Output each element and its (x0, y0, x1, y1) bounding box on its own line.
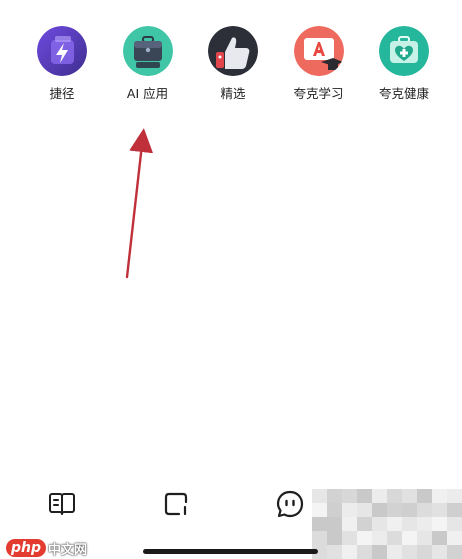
app-label-quark-study: 夸克学习 (293, 86, 344, 101)
app-tile-ai-apps[interactable]: AI 应用 (106, 26, 190, 102)
app-tile-quark-health[interactable]: 夸克健康 (362, 26, 446, 102)
pixel-block (402, 531, 417, 545)
pixel-block (447, 517, 462, 531)
watermark-site-name: 中文网 (48, 542, 88, 558)
pixel-block (447, 545, 462, 559)
pixel-block (342, 545, 357, 559)
pixel-block (417, 545, 432, 559)
pixel-block (432, 503, 447, 517)
pixel-block (342, 489, 357, 503)
pixel-block (402, 489, 417, 503)
pixel-block (417, 517, 432, 531)
pixel-block (447, 531, 462, 545)
book-icon (49, 493, 75, 515)
pixel-block (432, 531, 447, 545)
pixel-block (357, 517, 372, 531)
pixel-block (312, 503, 327, 517)
watermark-logo: php (6, 539, 47, 557)
thumbs-up-icon (208, 26, 258, 76)
nav-assistant-button[interactable] (273, 487, 307, 521)
pixel-block (327, 489, 342, 503)
pixel-block (417, 489, 432, 503)
pixel-block (432, 517, 447, 531)
pixel-block (372, 503, 387, 517)
pixelated-region (312, 489, 462, 559)
pixel-block (312, 489, 327, 503)
pixel-block (417, 503, 432, 517)
pixel-block (312, 531, 327, 545)
ai-briefcase-icon (122, 26, 173, 76)
pixel-block (402, 503, 417, 517)
pixel-block (327, 517, 342, 531)
pixel-block (372, 531, 387, 545)
pixel-block (327, 503, 342, 517)
app-shortcut-row: 捷径 AI 应用 精选 夸克学习 夸克健康 (20, 26, 446, 102)
pixel-block (357, 545, 372, 559)
assistant-face-icon (276, 490, 304, 518)
site-watermark: php 中文网 (6, 538, 87, 558)
pixel-block (447, 489, 462, 503)
pixel-block (447, 503, 462, 517)
pixel-block (402, 545, 417, 559)
pixel-block (387, 489, 402, 503)
pixel-block (312, 517, 327, 531)
app-tile-quark-study[interactable]: 夸克学习 (277, 26, 361, 102)
pixel-block (387, 531, 402, 545)
app-label-shortcuts: 捷径 (49, 86, 75, 101)
pixel-block (387, 517, 402, 531)
tabs-icon (164, 492, 188, 516)
pixel-block (327, 545, 342, 559)
pixel-block (342, 503, 357, 517)
app-tile-featured[interactable]: 精选 (191, 26, 275, 102)
study-board-icon (293, 26, 344, 76)
app-label-ai-apps: AI 应用 (126, 86, 169, 101)
home-indicator[interactable] (143, 549, 318, 554)
pixel-block (327, 531, 342, 545)
pixel-block (417, 531, 432, 545)
app-label-featured: 精选 (220, 86, 246, 101)
pixel-block (402, 517, 417, 531)
pixel-block (432, 545, 447, 559)
pixel-block (372, 489, 387, 503)
pixel-block (357, 531, 372, 545)
pixel-block (432, 489, 447, 503)
shortcut-bolt-icon (37, 26, 87, 76)
pixel-block (342, 531, 357, 545)
pixel-block (357, 503, 372, 517)
pixel-block (372, 517, 387, 531)
pixel-block (387, 503, 402, 517)
pixel-block (342, 517, 357, 531)
health-kit-icon (379, 26, 429, 76)
nav-book-button[interactable] (45, 487, 79, 521)
pixel-block (372, 545, 387, 559)
pixel-block (387, 545, 402, 559)
app-tile-shortcuts[interactable]: 捷径 (20, 26, 104, 102)
nav-tabs-button[interactable] (159, 487, 193, 521)
pixel-block (357, 489, 372, 503)
app-label-quark-health: 夸克健康 (378, 86, 429, 101)
